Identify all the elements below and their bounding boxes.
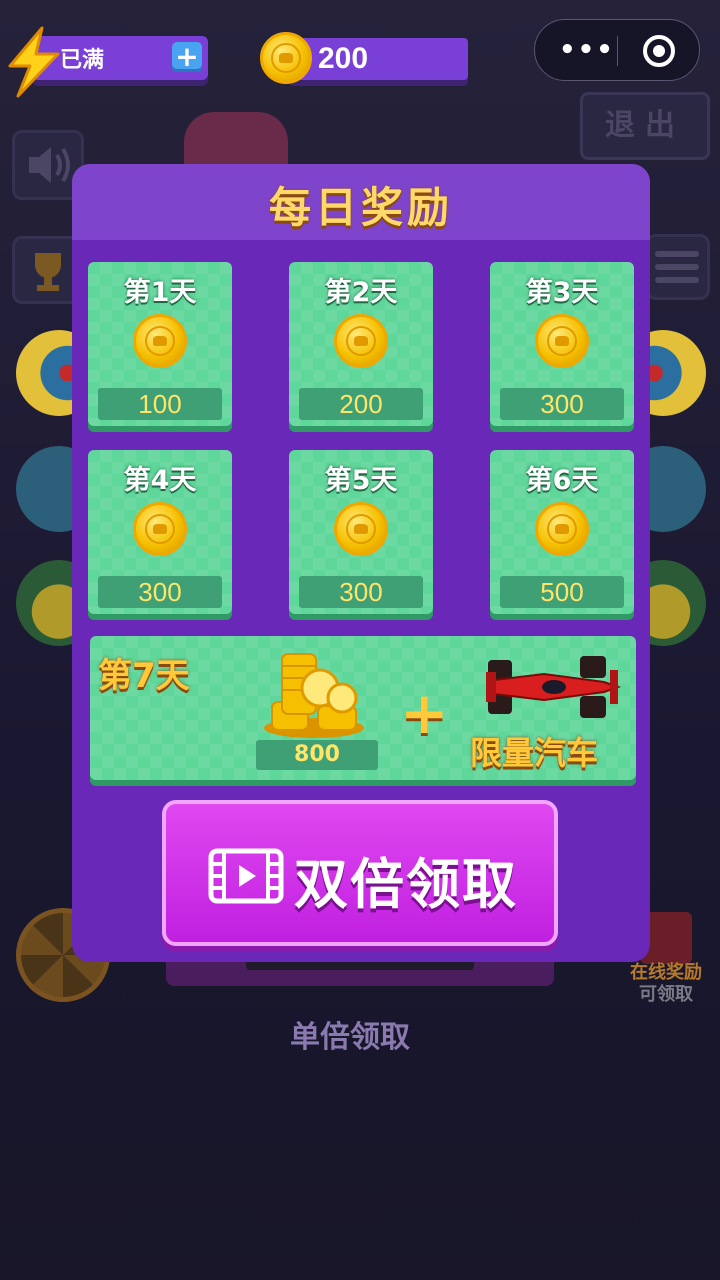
- plus-sign: +: [400, 679, 449, 747]
- energy-status: 已满: [60, 48, 105, 73]
- page-title: 每日奖励: [268, 183, 453, 232]
- double-claim-button[interactable]: 双倍领取: [162, 800, 558, 946]
- day-card-3: 第3天 300: [490, 262, 634, 426]
- online-reward-button[interactable]: 在线奖励 可领取: [620, 962, 712, 1006]
- miniprogram-capsule: •••: [534, 19, 700, 81]
- day-amount: 500: [540, 577, 584, 607]
- coin-balance: 200: [318, 42, 369, 75]
- day-card-1: 第1天 100: [88, 262, 232, 426]
- day-amount: 300: [540, 389, 584, 419]
- day-card-4: 第4天 300: [88, 450, 232, 614]
- day-label: 第1天: [123, 277, 197, 308]
- limited-car-label: 限量汽车: [470, 734, 599, 772]
- online-reward-status: 可领取: [639, 984, 693, 1005]
- day-label: 第5天: [324, 465, 398, 496]
- day-amount: 300: [339, 577, 383, 607]
- coin-icon: [260, 32, 312, 84]
- day7-amount: 800: [294, 742, 340, 767]
- coin-icon: [133, 502, 187, 556]
- day-amount: 300: [138, 577, 182, 607]
- day-label: 第6天: [525, 465, 599, 496]
- video-icon: [208, 848, 284, 904]
- single-claim-button[interactable]: 单倍领取: [260, 1012, 440, 1056]
- day-label: 第4天: [123, 465, 197, 496]
- day7-label: 第7天: [98, 656, 190, 696]
- coin-icon: [334, 502, 388, 556]
- daily-reward-panel: 每日奖励 第1天 100 第2天 200 第3天 300 第4天 300 第5天…: [72, 164, 650, 962]
- coin-icon: [334, 314, 388, 368]
- day-card-2: 第2天 200: [289, 262, 433, 426]
- double-claim-label: 双倍领取: [294, 853, 518, 916]
- coin-balance-bar: 200: [290, 38, 468, 80]
- more-dots-icon[interactable]: •••: [559, 37, 615, 63]
- menu-button[interactable]: [646, 234, 710, 300]
- exit-button[interactable]: 退出: [580, 92, 710, 160]
- lightning-icon: [8, 26, 60, 98]
- coin-icon: [133, 314, 187, 368]
- race-car-icon: [486, 656, 621, 718]
- day-card-5: 第5天 300: [289, 450, 433, 614]
- player-car-preview: [184, 112, 288, 172]
- coin-icon: [535, 502, 589, 556]
- coin-icon: [535, 314, 589, 368]
- day-amount: 200: [339, 389, 383, 419]
- day-label: 第3天: [525, 277, 599, 308]
- day-label: 第2天: [324, 277, 398, 308]
- day-card-6: 第6天 500: [490, 450, 634, 614]
- day-amount: 100: [138, 389, 182, 419]
- add-energy-button[interactable]: +: [172, 42, 202, 72]
- day-card-7: 第7天 800 + 限量汽车: [90, 636, 636, 780]
- menu-icon: [655, 251, 699, 283]
- online-reward-title: 在线奖励: [630, 962, 702, 983]
- target-close-icon[interactable]: [643, 35, 675, 67]
- coin-pile-icon: [264, 653, 364, 738]
